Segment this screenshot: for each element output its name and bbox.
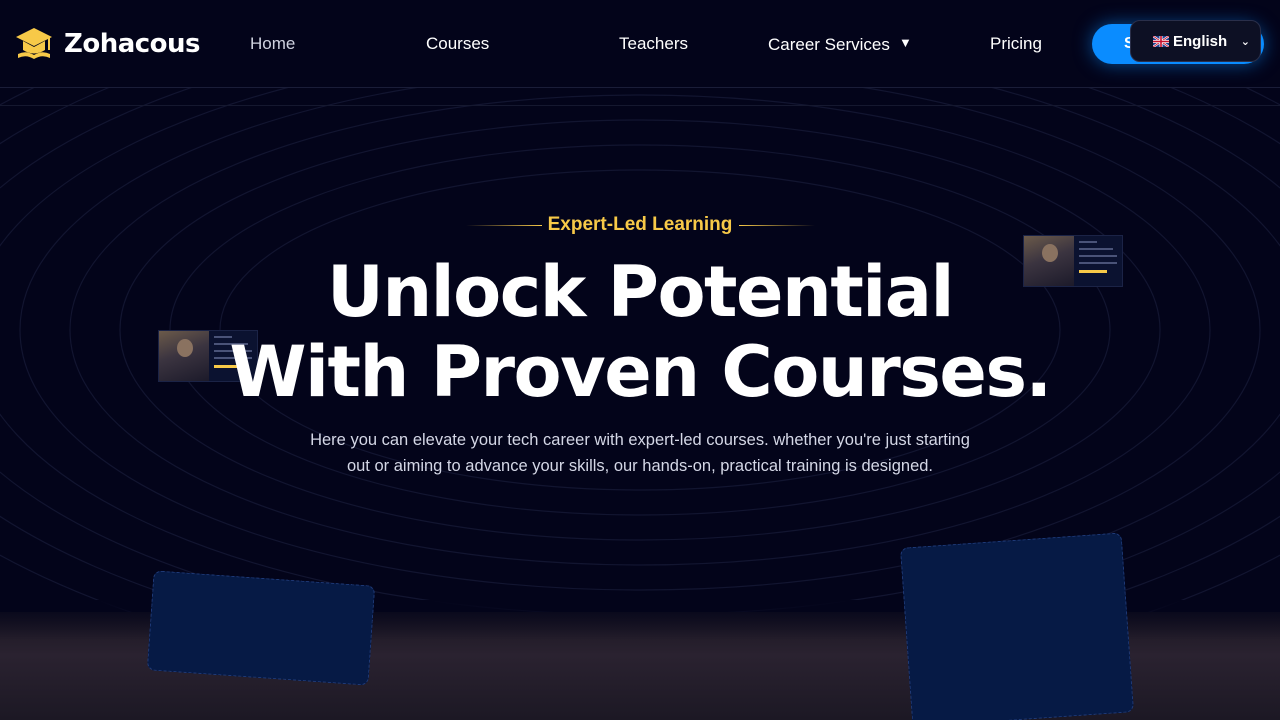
uk-flag-icon	[1153, 35, 1169, 47]
nav-teachers[interactable]: Teachers	[619, 33, 688, 55]
language-select[interactable]: English ⌄	[1130, 20, 1261, 62]
chevron-down-icon: ⌄	[1240, 35, 1250, 48]
headline-line-1: Unlock Potential	[326, 251, 955, 333]
nav-home[interactable]: Home	[250, 33, 295, 55]
hero-description-line-1: Here you can elevate your tech career wi…	[310, 431, 970, 449]
language-label: English	[1173, 32, 1228, 50]
hero-description: Here you can elevate your tech career wi…	[290, 427, 990, 479]
hero-headline: Unlock Potential With Proven Courses.	[0, 252, 1280, 412]
headline-line-2: With Proven Courses.	[229, 331, 1052, 413]
eyebrow-divider-right	[739, 225, 815, 226]
nav-courses[interactable]: Courses	[426, 33, 489, 55]
nav-career-services[interactable]: Career Services	[768, 34, 890, 56]
hero-eyebrow: Expert-Led Learning	[547, 214, 733, 235]
brand-logo[interactable]: Zohacous	[14, 24, 201, 64]
site-header: Zohacous Home Courses Teachers Career Se…	[0, 0, 1280, 88]
brand-name: Zohacous	[64, 29, 201, 59]
hero-description-line-2: out or aiming to advance your skills, ou…	[346, 457, 934, 475]
graduation-cap-icon	[16, 28, 52, 59]
decorative-panel-right	[899, 532, 1135, 720]
divider	[0, 105, 1280, 106]
decorative-panel-left	[146, 570, 376, 686]
chevron-down-icon[interactable]: ▼	[899, 35, 912, 50]
nav-pricing[interactable]: Pricing	[990, 33, 1042, 55]
